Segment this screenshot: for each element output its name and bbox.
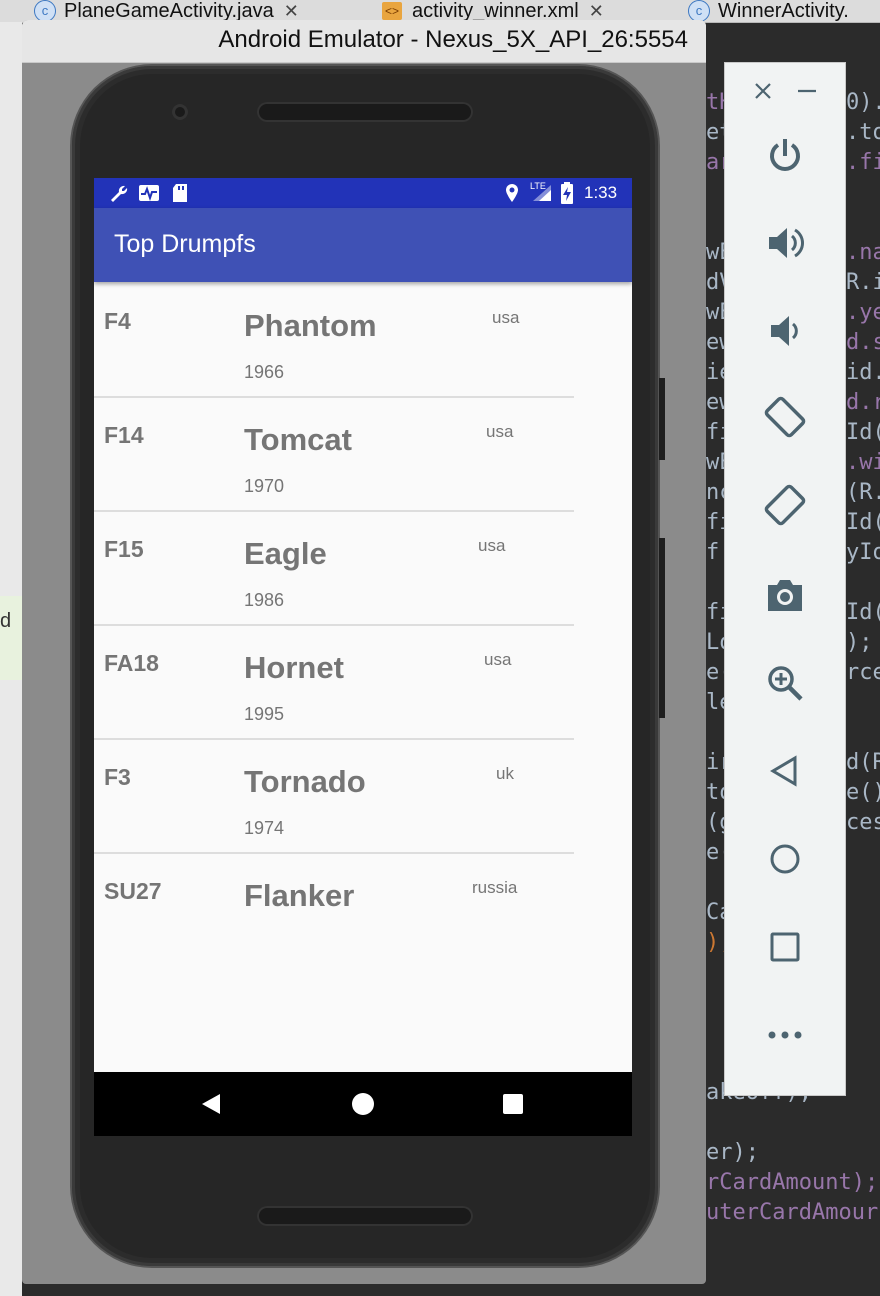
plane-country: usa [484,650,512,669]
activity-icon [139,185,159,202]
plane-year: 1974 [244,818,285,838]
emulator-title: Android Emulator - Nexus_5X_API_26:5554 [218,26,688,53]
code-line: d.r [846,390,880,415]
plane-id: F4 [104,308,131,334]
app-bar: Top Drumpfs [94,208,632,282]
volume-up-icon[interactable] [761,219,809,267]
code-line: f [706,540,720,565]
rotate-left-icon[interactable] [761,393,809,441]
status-bar: LTE 1:33 [94,178,632,208]
plane-id: F15 [104,536,144,562]
nav-home-icon[interactable] [351,1092,375,1116]
location-icon [506,184,518,202]
list-item[interactable]: F4 Phantom 1966 usa [94,282,574,398]
tab-winneractivity[interactable]: c WinnerActivity. [688,0,849,22]
nav-overview-icon[interactable] [503,1094,523,1114]
rotate-right-icon[interactable] [761,481,809,529]
tab-label: WinnerActivity. [718,0,849,22]
code-line: R.i [846,270,880,295]
navigation-bar [94,1072,632,1136]
front-camera-icon [172,104,188,120]
earpiece-speaker [257,102,473,122]
code-line: .wi [846,450,880,475]
code-line: rce [846,660,880,685]
list-item[interactable]: F15 Eagle 1986 usa [94,510,574,626]
plane-name: Flanker [244,878,355,913]
code-line: Id( [846,600,880,625]
page-title: Top Drumpfs [114,230,256,258]
minimize-icon[interactable] [783,67,831,115]
sd-card-icon [173,184,187,202]
camera-icon[interactable] [761,571,809,619]
plane-year: 1966 [244,362,285,382]
plane-year: 1986 [244,590,285,610]
code-line: yIo [846,540,880,565]
list-item[interactable]: F3 Tornado 1974 uk [94,738,574,854]
tab-activity-winner[interactable]: <> activity_winner.xml ✕ [382,0,604,22]
phone-screen: LTE 1:33 Top Drumpfs F4 Phantom 1966 usa F14… [94,178,632,1136]
more-icon[interactable] [761,1011,809,1059]
wrench-icon [111,185,128,202]
close-icon[interactable]: ✕ [589,1,604,22]
plane-country: usa [486,422,514,441]
plane-country: russia [472,878,518,897]
list-item[interactable]: FA18 Hornet 1995 usa [94,624,574,740]
code-line: id. [846,360,880,385]
code-line: .to [846,120,880,145]
nav-back-icon[interactable] [200,1093,222,1115]
code-line: d.s [846,330,880,355]
code-line: ces [846,810,880,835]
code-line: er); [706,1140,759,1165]
list-item[interactable]: F14 Tomcat 1970 usa [94,396,574,512]
ide-left-gutter-char: d [0,596,22,680]
power-icon[interactable] [761,131,809,179]
code-line: .fi [846,150,880,175]
plane-country: uk [496,764,514,783]
emulator-controls-panel [724,62,846,1096]
class-icon: c [688,0,710,22]
plane-name: Tomcat [244,422,352,457]
home-icon[interactable] [761,835,809,883]
signal-icon [533,185,551,201]
code-line: rCardAmount); [706,1170,879,1195]
close-icon[interactable]: ✕ [284,1,299,22]
code-line: Id( [846,510,880,535]
bottom-speaker [257,1206,473,1226]
class-icon: c [34,0,56,22]
plane-name: Hornet [244,650,344,685]
xml-icon: <> [382,2,402,20]
code-line: .na [846,240,880,265]
plane-id: FA18 [104,650,159,676]
code-line: .ye [846,300,880,325]
volume-down-icon[interactable] [761,307,809,355]
list-item[interactable]: SU27 Flanker russia [94,852,574,966]
phone-power-button[interactable] [659,378,665,460]
plane-id: SU27 [104,878,162,904]
phone-volume-button[interactable] [659,538,665,718]
plane-name: Phantom [244,308,377,343]
plane-year: 1970 [244,476,285,496]
code-line: (R. [846,480,880,505]
zoom-icon[interactable] [761,659,809,707]
code-line: uterCardAmour [706,1200,879,1225]
code-line: d(R [846,750,880,775]
battery-charging-icon [561,182,573,204]
overview-icon[interactable] [761,923,809,971]
plane-country: usa [492,308,520,327]
close-icon[interactable] [739,67,787,115]
code-line: 0). [846,90,880,115]
code-line: Id( [846,420,880,445]
plane-name: Tornado [244,764,366,799]
status-time: 1:33 [584,183,618,202]
tab-planegameactivity[interactable]: c PlaneGameActivity.java ✕ [34,0,299,22]
code-line: ); [846,630,873,655]
code-line: e() [846,780,880,805]
plane-id: F14 [104,422,144,448]
back-icon[interactable] [761,747,809,795]
plane-name: Eagle [244,536,327,571]
plane-year: 1995 [244,704,285,724]
plane-id: F3 [104,764,131,790]
emulator-titlebar[interactable]: Android Emulator - Nexus_5X_API_26:5554 [22,20,706,63]
plane-country: usa [478,536,506,555]
